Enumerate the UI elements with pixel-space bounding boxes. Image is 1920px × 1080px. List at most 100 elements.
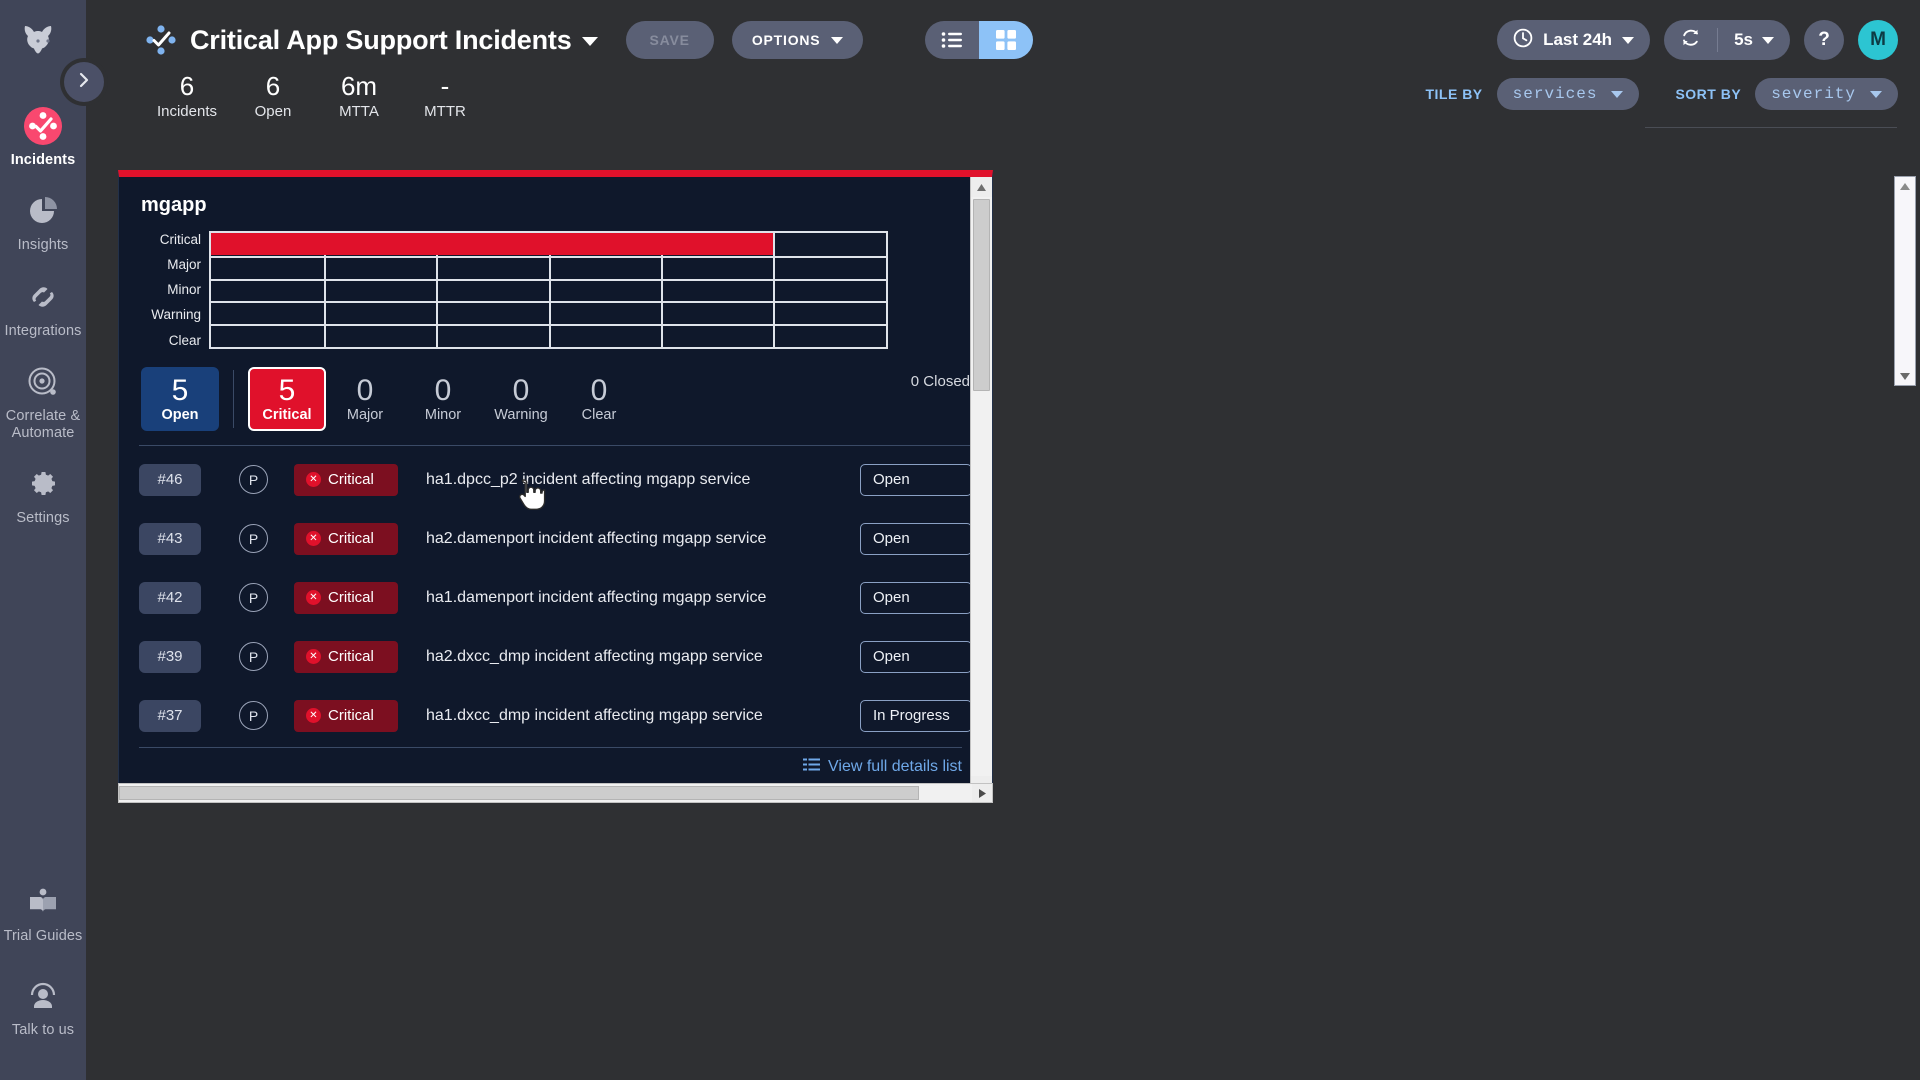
severity-box-minor[interactable]: 0 Minor — [404, 367, 482, 431]
incident-title[interactable]: ha2.dxcc_dmp incident affecting mgapp se… — [426, 648, 860, 666]
severity-badge-label: Critical — [328, 648, 374, 665]
axis-tick-warning: Warning — [151, 307, 201, 323]
scroll-right-arrow-icon[interactable] — [972, 784, 992, 802]
card-horizontal-scrollbar[interactable] — [118, 783, 993, 803]
sidebar-item-trial-guides[interactable]: Trial Guides — [0, 867, 86, 960]
close-icon: ✕ — [306, 531, 321, 546]
incident-title[interactable]: ha2.damenport incident affecting mgapp s… — [426, 530, 860, 548]
severity-box-clear[interactable]: 0 Clear — [560, 367, 638, 431]
sidebar-item-label: Insights — [17, 237, 69, 254]
severity-label: Open — [161, 406, 199, 423]
severity-summary-row: 5 Open 5 Critical 0 Major 0 Minor 0 Warn… — [119, 349, 992, 431]
table-row[interactable]: #42 P ✕ Critical ha1.damenport incident … — [139, 568, 972, 627]
priority-badge: P — [239, 583, 268, 612]
chevron-down-icon — [1870, 90, 1882, 98]
scrollbar-thumb[interactable] — [119, 786, 919, 800]
incident-status-select[interactable]: Open — [860, 463, 972, 496]
sidebar-item-correlate-automate[interactable]: Correlate & Automate — [0, 350, 86, 452]
sidebar-item-talk-to-us[interactable]: Talk to us — [0, 961, 86, 1054]
refresh-button[interactable] — [1664, 20, 1717, 60]
view-full-details-link[interactable]: View full details list — [139, 758, 962, 776]
incident-id[interactable]: #46 — [139, 463, 201, 496]
stat-value: 6m — [340, 71, 378, 101]
scrollbar-track[interactable] — [119, 784, 972, 802]
sidebar-item-label: Correlate & Automate — [5, 408, 81, 441]
tile-by-label: TILE BY — [1425, 86, 1483, 102]
scrollbar-thumb[interactable] — [973, 199, 990, 391]
severity-badge-label: Critical — [328, 471, 374, 488]
page-vertical-scrollbar[interactable] — [1894, 176, 1916, 386]
support-agent-icon — [24, 977, 62, 1015]
table-row[interactable]: #37 P ✕ Critical ha1.dxcc_dmp incident a… — [139, 686, 972, 745]
tile-by-select[interactable]: services — [1496, 78, 1640, 110]
table-row[interactable]: #46 P ✕ Critical ha1.dpcc_p2 incident af… — [139, 450, 972, 509]
options-button[interactable]: OPTIONS — [731, 21, 864, 59]
save-button-label: SAVE — [649, 32, 690, 48]
bull-logo-icon[interactable] — [19, 18, 67, 64]
severity-box-open[interactable]: 5 Open — [141, 367, 219, 431]
refresh-interval-selector[interactable]: 5s — [1718, 20, 1790, 60]
incident-status-select[interactable]: Open — [860, 522, 972, 555]
refresh-controls: 5s — [1664, 20, 1790, 60]
service-tile-mgapp[interactable]: mgapp Critical Major Minor Warning Clear — [118, 170, 993, 797]
book-icon — [24, 883, 62, 921]
incident-status-select[interactable]: Open — [860, 581, 972, 614]
incident-title[interactable]: ha1.damenport incident affecting mgapp s… — [426, 589, 860, 607]
severity-count: 5 — [278, 373, 296, 407]
topbar-right-controls: Last 24h 5s ? M — [1497, 20, 1898, 60]
chart-gridline-y — [211, 301, 886, 304]
table-row[interactable]: #43 P ✕ Critical ha2.damenport incident … — [139, 509, 972, 568]
table-row[interactable]: #39 P ✕ Critical ha2.dxcc_dmp incident a… — [139, 627, 972, 686]
chevron-down-icon[interactable] — [581, 36, 598, 46]
incident-id[interactable]: #37 — [139, 699, 201, 732]
incident-status-select[interactable]: Open — [860, 640, 972, 673]
scroll-down-arrow-icon[interactable] — [1895, 367, 1915, 385]
priority-badge: P — [239, 642, 268, 671]
stat-label: Incidents — [156, 103, 218, 121]
severity-box-critical[interactable]: 5 Critical — [248, 367, 326, 431]
close-icon: ✕ — [306, 472, 321, 487]
chart-y-axis: Critical Major Minor Warning Clear — [119, 231, 209, 349]
page-title[interactable]: Critical App Support Incidents — [190, 25, 598, 56]
severity-count: 0 — [512, 373, 530, 407]
tile-by-value: services — [1512, 85, 1598, 103]
severity-box-major[interactable]: 0 Major — [326, 367, 404, 431]
avatar[interactable]: M — [1858, 20, 1898, 60]
incident-id[interactable]: #39 — [139, 640, 201, 673]
sort-by-select[interactable]: severity — [1755, 78, 1898, 110]
target-icon — [24, 363, 62, 401]
list-view-icon[interactable] — [925, 21, 980, 59]
time-range-selector[interactable]: Last 24h — [1497, 20, 1651, 60]
sidebar-item-insights[interactable]: Insights — [0, 179, 86, 264]
incident-status-select[interactable]: In Progress — [860, 699, 972, 732]
sidebar-expand-button[interactable] — [64, 62, 104, 102]
severity-count: 5 — [171, 373, 189, 407]
help-button[interactable]: ? — [1804, 20, 1844, 60]
save-button[interactable]: SAVE — [625, 21, 714, 59]
severity-label: Major — [346, 406, 384, 423]
axis-tick-major: Major — [167, 257, 201, 273]
sidebar-item-incidents[interactable]: Incidents — [0, 94, 86, 179]
scroll-up-arrow-icon[interactable] — [971, 177, 992, 197]
sidebar-item-label: Trial Guides — [3, 928, 83, 945]
axis-tick-minor: Minor — [167, 282, 201, 298]
gear-icon — [24, 465, 62, 503]
grid-view-icon[interactable] — [979, 21, 1034, 59]
incident-title[interactable]: ha1.dxcc_dmp incident affecting mgapp se… — [426, 707, 860, 725]
chevron-down-icon — [831, 36, 844, 44]
card-vertical-scrollbar[interactable] — [970, 177, 992, 796]
time-range-value: Last 24h — [1543, 30, 1613, 49]
stat-label: MTTR — [424, 103, 466, 121]
priority-badge: P — [239, 524, 268, 553]
stat-mtta: 6m MTTA — [316, 72, 402, 120]
sidebar-item-integrations[interactable]: Integrations — [0, 265, 86, 350]
sidebar-nav: Incidents Insights Integrations Correlat… — [0, 94, 86, 537]
sidebar-item-settings[interactable]: Settings — [0, 452, 86, 537]
scroll-up-arrow-icon[interactable] — [1895, 177, 1915, 195]
sidebar-item-label: Talk to us — [11, 1021, 75, 1038]
severity-box-warning[interactable]: 0 Warning — [482, 367, 560, 431]
incident-id[interactable]: #43 — [139, 522, 201, 555]
sidebar-bottom-nav: Trial Guides Talk to us — [0, 867, 86, 1080]
incident-id[interactable]: #42 — [139, 581, 201, 614]
incident-title[interactable]: ha1.dpcc_p2 incident affecting mgapp ser… — [426, 471, 860, 489]
